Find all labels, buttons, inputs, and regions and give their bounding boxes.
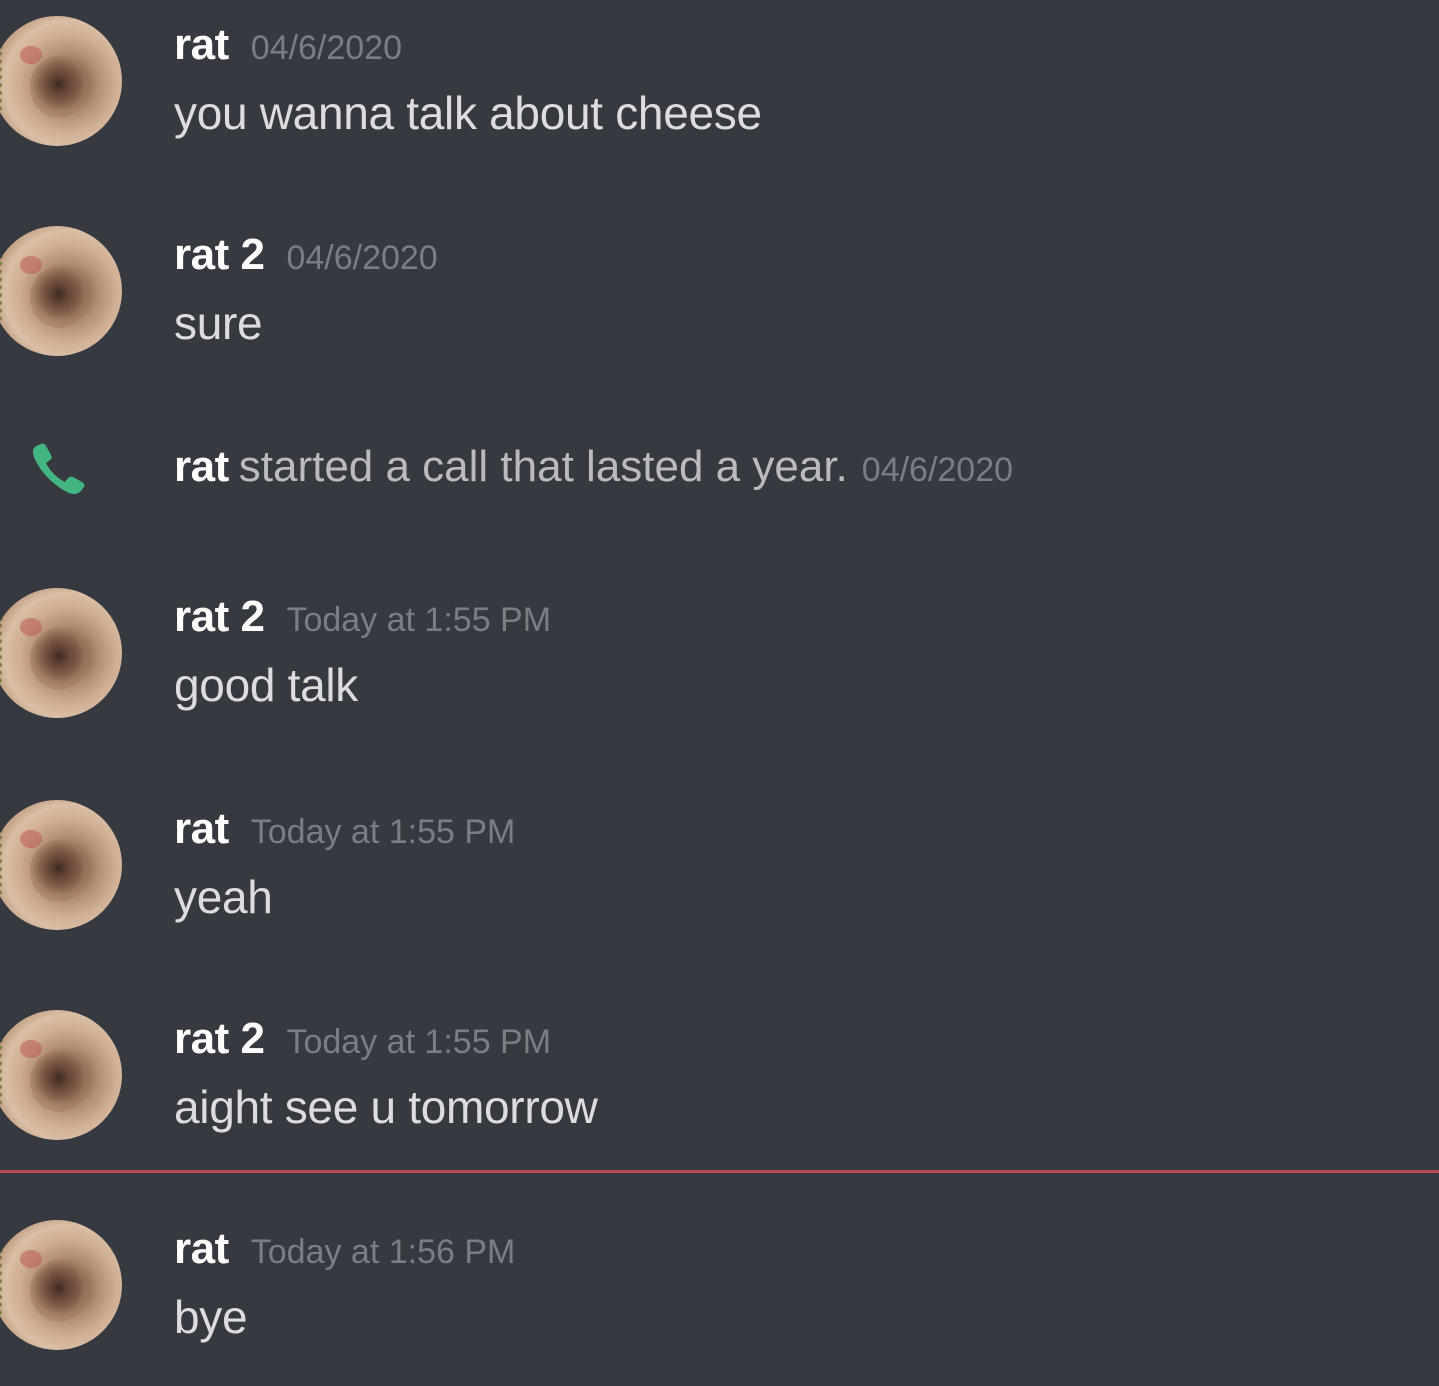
timestamp: 04/6/2020 bbox=[250, 29, 403, 67]
message: rat Today at 1:56 PM bye bbox=[0, 1210, 1439, 1350]
call-event-text: started a call that lasted a year. bbox=[238, 442, 848, 491]
username[interactable]: rat bbox=[174, 20, 229, 69]
timestamp: Today at 1:55 PM bbox=[286, 1023, 552, 1061]
message: rat 2 04/6/2020 sure bbox=[0, 216, 1439, 356]
timestamp: 04/6/2020 bbox=[861, 451, 1014, 489]
username[interactable]: rat 2 bbox=[174, 592, 265, 641]
new-messages-divider bbox=[0, 1170, 1439, 1173]
username[interactable]: rat bbox=[174, 804, 229, 853]
call-event: rat started a call that lasted a year. 04/… bbox=[0, 430, 1439, 510]
message-text: sure bbox=[174, 297, 263, 349]
message-text: bye bbox=[174, 1291, 248, 1343]
message-text: aight see u tomorrow bbox=[174, 1081, 598, 1133]
chat-messages: rat 04/6/2020 you wanna talk about cheese… bbox=[0, 0, 1439, 1386]
message-text: you wanna talk about cheese bbox=[174, 87, 762, 139]
message: rat Today at 1:55 PM yeah bbox=[0, 790, 1439, 930]
timestamp: Today at 1:56 PM bbox=[250, 1233, 516, 1271]
avatar[interactable] bbox=[0, 226, 122, 356]
phone-icon bbox=[32, 443, 85, 495]
message: rat 2 Today at 1:55 PM good talk bbox=[0, 578, 1439, 718]
message-header: rat Today at 1:55 PM bbox=[174, 804, 515, 854]
message-header: rat Today at 1:56 PM bbox=[174, 1224, 515, 1274]
username[interactable]: rat 2 bbox=[174, 230, 265, 279]
avatar[interactable] bbox=[0, 1010, 122, 1140]
timestamp: Today at 1:55 PM bbox=[250, 813, 516, 851]
timestamp: 04/6/2020 bbox=[286, 239, 438, 277]
avatar[interactable] bbox=[0, 800, 122, 930]
message-text: yeah bbox=[174, 871, 273, 923]
avatar[interactable] bbox=[0, 1220, 122, 1350]
username[interactable]: rat 2 bbox=[174, 1014, 265, 1063]
message: rat 04/6/2020 you wanna talk about cheese bbox=[0, 6, 1439, 146]
message: rat 2 Today at 1:55 PM aight see u tomorr… bbox=[0, 1000, 1439, 1140]
timestamp: Today at 1:55 PM bbox=[286, 601, 552, 639]
username[interactable]: rat bbox=[174, 1224, 229, 1273]
call-event-line: rat started a call that lasted a year. 04/… bbox=[174, 442, 1013, 492]
username[interactable]: rat bbox=[174, 442, 229, 491]
message-header: rat 2 04/6/2020 bbox=[174, 230, 438, 280]
avatar[interactable] bbox=[0, 16, 122, 146]
message-header: rat 2 Today at 1:55 PM bbox=[174, 1014, 551, 1064]
avatar[interactable] bbox=[0, 588, 122, 718]
message-header: rat 04/6/2020 bbox=[174, 20, 402, 70]
message-header: rat 2 Today at 1:55 PM bbox=[174, 592, 551, 642]
message-text: good talk bbox=[174, 659, 358, 711]
